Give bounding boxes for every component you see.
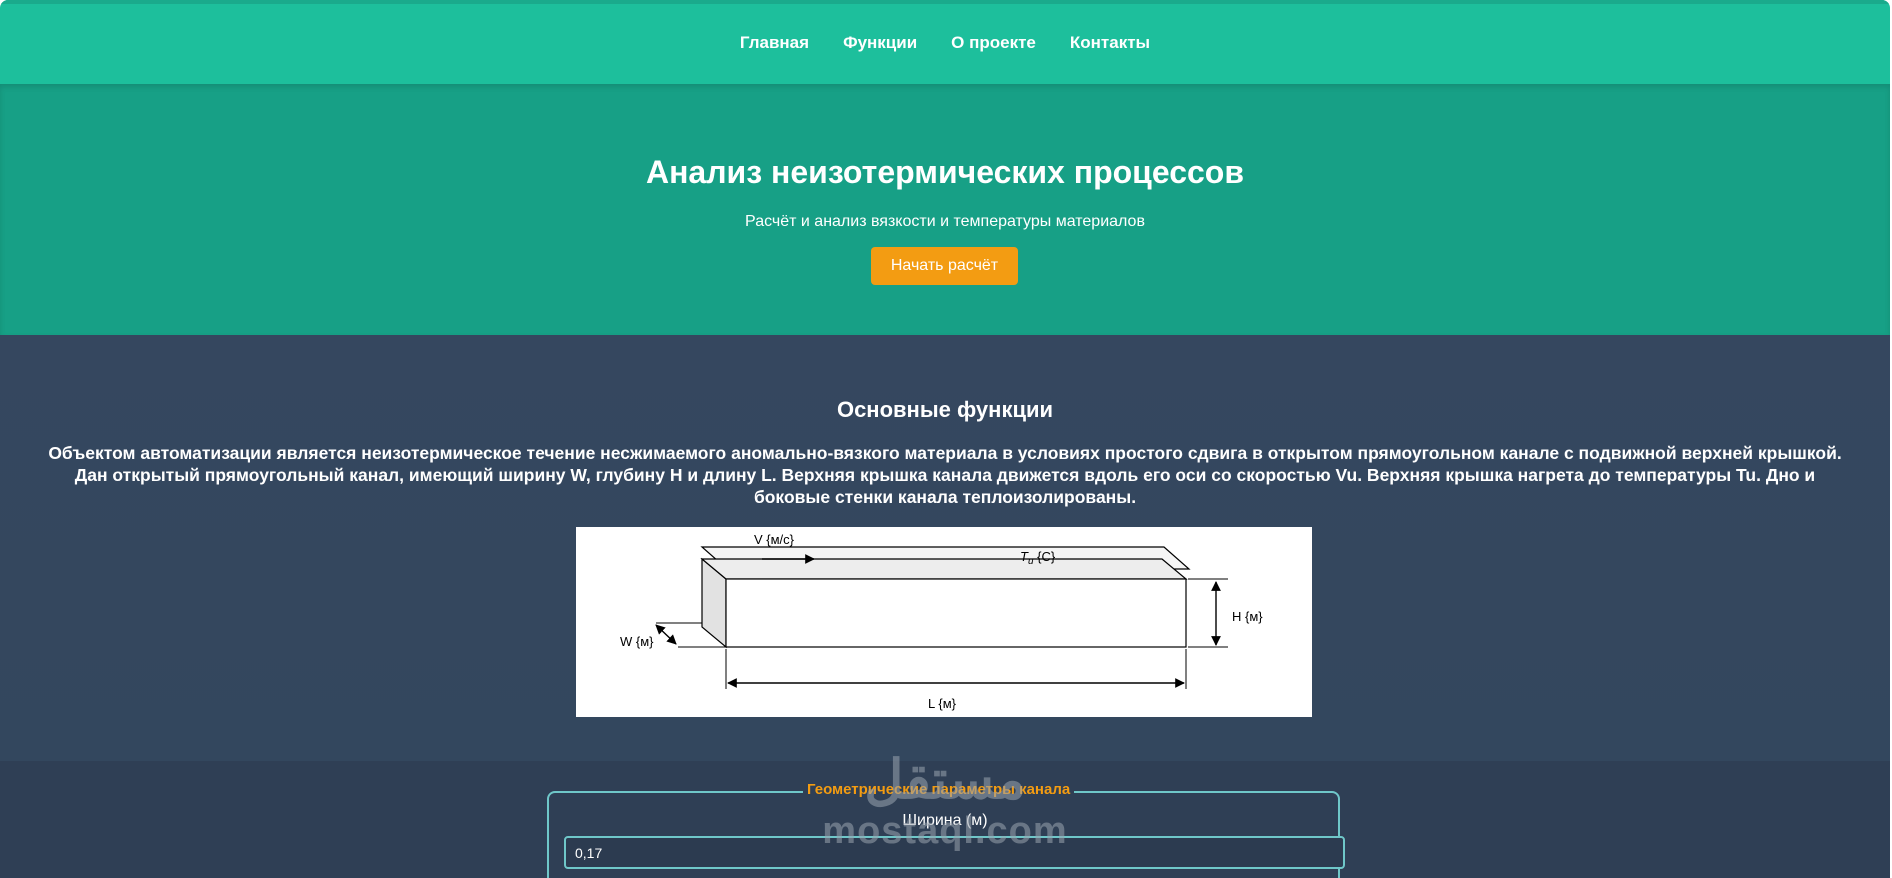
width-field-label: Ширина (м): [902, 812, 988, 829]
nav-item-about[interactable]: О проекте: [951, 33, 1036, 53]
height-label: H {м}: [1232, 609, 1263, 624]
functions-section: Основные функции Объектом автоматизации …: [0, 335, 1890, 761]
velocity-label: V {м/с}: [754, 532, 795, 547]
width-dimension: [655, 624, 677, 645]
hero-title: Анализ неизотермических процессов: [645, 154, 1245, 190]
length-label: L {м}: [928, 696, 957, 711]
page: Главная Функции О проекте Контакты Анали…: [0, 0, 1890, 878]
channel-front-face: [725, 578, 1187, 648]
nav-item-home[interactable]: Главная: [740, 33, 809, 53]
functions-description: Объектом автоматизации является неизотер…: [48, 443, 1842, 507]
nav-item-functions[interactable]: Функции: [843, 33, 917, 53]
params-section: Геометрические параметры канала Ширина (…: [0, 761, 1890, 878]
hero-subtitle: Расчёт и анализ вязкости и температуры м…: [745, 213, 1145, 230]
top-nav: Главная Функции О проекте Контакты: [0, 0, 1890, 84]
start-calculation-button[interactable]: Начать расчёт: [871, 247, 1018, 285]
width-label: W {м}: [620, 634, 654, 649]
geometry-legend: Геометрические параметры канала: [803, 780, 1075, 800]
channel-diagram: V {м/с} Tu {C} H {м} W {м} L {м}: [576, 527, 1312, 717]
channel-diagram-svg: V {м/с} Tu {C} H {м} W {м} L {м}: [620, 532, 1263, 711]
channel-top-band: [700, 558, 1188, 580]
functions-title: Основные функции: [836, 397, 1054, 422]
hero-section: Анализ неизотермических процессов Расчёт…: [0, 84, 1890, 335]
width-input[interactable]: [564, 836, 1345, 869]
nav-item-contacts[interactable]: Контакты: [1070, 33, 1150, 53]
